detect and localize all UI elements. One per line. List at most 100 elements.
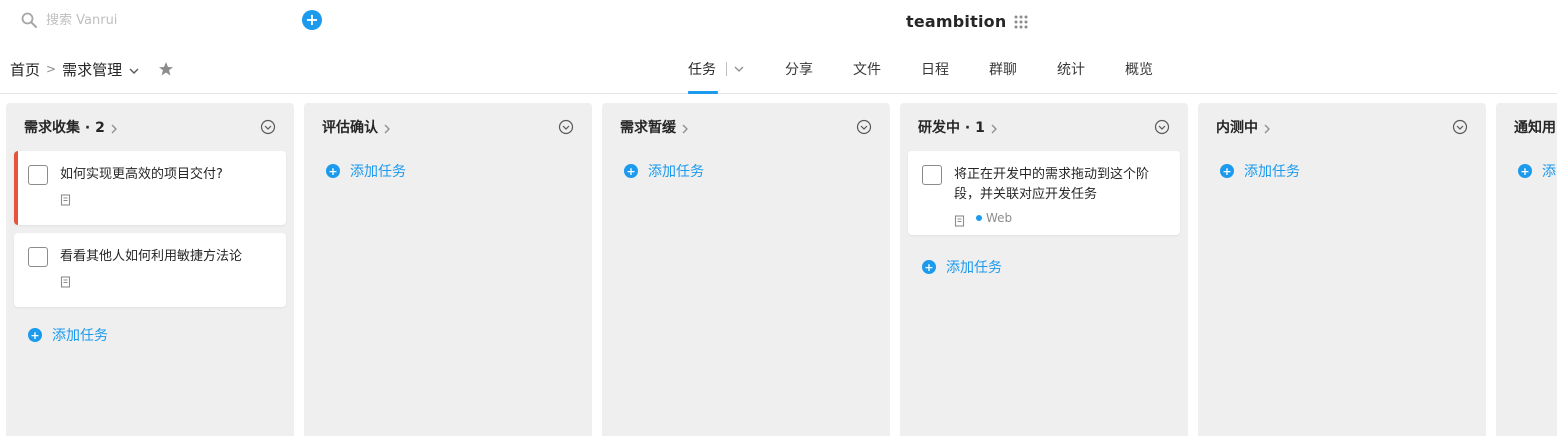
search-input[interactable] xyxy=(46,12,276,28)
column-on-hold: 需求暂缓 + 添加任务 xyxy=(602,103,890,436)
add-task-label: 添加任务 xyxy=(52,328,108,344)
tag-dot xyxy=(976,215,982,221)
column-evaluation: 评估确认 + 添加任务 xyxy=(304,103,592,436)
kanban-board: 需求收集 · 2 如何实现更高效的项目交付? 看看其他人如何利用敏捷方法论 + … xyxy=(0,95,1557,436)
add-task-button[interactable]: + 添加任务 xyxy=(1198,151,1486,191)
column-title[interactable]: 内测中 xyxy=(1216,117,1272,137)
add-circle-icon: + xyxy=(326,164,340,178)
task-checkbox[interactable] xyxy=(28,165,48,185)
add-task-label: 添加任务 xyxy=(648,164,704,180)
task-checkbox[interactable] xyxy=(922,165,942,185)
project-header: 首页 > 需求管理 任务 分享 文件 日程 群聊 统计 概览 xyxy=(0,44,1557,94)
tab-share[interactable]: 分享 xyxy=(785,44,813,94)
column-requirement-collection: 需求收集 · 2 如何实现更高效的项目交付? 看看其他人如何利用敏捷方法论 + … xyxy=(6,103,294,436)
task-checkbox[interactable] xyxy=(28,247,48,267)
brand-logo-text: teambition xyxy=(906,11,1007,31)
chevron-right-icon xyxy=(989,122,999,134)
breadcrumb-home[interactable]: 首页 xyxy=(10,59,40,80)
task-title: 看看其他人如何利用敏捷方法论 xyxy=(60,249,243,264)
add-task-label: 添加任务 xyxy=(350,164,406,180)
column-title[interactable]: 研发中 · 1 xyxy=(918,117,999,137)
column-title-text: 需求暂缓 xyxy=(620,120,676,136)
task-card[interactable]: 如何实现更高效的项目交付? xyxy=(14,151,286,225)
search-icon xyxy=(20,11,38,29)
column-title-text: 研发中 · 1 xyxy=(918,120,985,136)
tab-label: 分享 xyxy=(785,62,813,78)
column-notify: 通知用 + 添 xyxy=(1496,103,1557,436)
task-card[interactable]: 将正在开发中的需求拖动到这个阶段，并关联对应开发任务 Web xyxy=(908,151,1180,235)
breadcrumb: 首页 > 需求管理 xyxy=(10,59,174,79)
add-circle-icon: + xyxy=(922,260,936,274)
tag-label: Web xyxy=(986,211,1013,225)
task-title: 将正在开发中的需求拖动到这个阶段，并关联对应开发任务 xyxy=(954,167,1150,202)
add-task-label: 添加任务 xyxy=(1244,164,1300,180)
chevron-down-icon[interactable] xyxy=(733,63,745,75)
tab-label: 任务 xyxy=(688,62,716,78)
column-title[interactable]: 通知用 xyxy=(1514,117,1556,137)
add-task-button[interactable]: + 添 xyxy=(1496,151,1557,191)
column-title-text: 通知用 xyxy=(1514,120,1556,136)
column-menu-icon[interactable] xyxy=(1452,119,1468,135)
add-task-button[interactable]: + 添加任务 xyxy=(6,315,294,355)
column-title[interactable]: 评估确认 xyxy=(322,117,392,137)
chevron-down-icon[interactable] xyxy=(128,63,140,75)
star-icon[interactable] xyxy=(158,61,174,77)
tab-label: 文件 xyxy=(853,62,881,78)
column-menu-icon[interactable] xyxy=(856,119,872,135)
column-header: 需求收集 · 2 xyxy=(6,103,294,151)
column-internal-testing: 内测中 + 添加任务 xyxy=(1198,103,1486,436)
task-tag[interactable]: Web xyxy=(976,211,1012,225)
column-title-text: 需求收集 · 2 xyxy=(24,120,105,136)
column-menu-icon[interactable] xyxy=(260,119,276,135)
document-icon xyxy=(954,212,966,227)
tab-label: 群聊 xyxy=(989,62,1017,78)
add-task-button[interactable]: + 添加任务 xyxy=(900,247,1188,287)
add-circle-icon: + xyxy=(28,328,42,342)
column-header: 评估确认 xyxy=(304,103,592,151)
chevron-right-icon xyxy=(680,122,690,134)
column-header: 通知用 xyxy=(1496,103,1557,151)
plus-icon: + xyxy=(305,10,319,29)
add-task-label: 添 xyxy=(1542,164,1556,180)
column-title-text: 评估确认 xyxy=(322,120,378,136)
task-meta: Web xyxy=(954,211,1168,227)
tab-files[interactable]: 文件 xyxy=(853,44,881,94)
breadcrumb-project[interactable]: 需求管理 xyxy=(62,59,122,80)
tab-schedule[interactable]: 日程 xyxy=(921,44,949,94)
add-circle-icon: + xyxy=(1518,164,1532,178)
top-bar: + teambition xyxy=(0,0,1557,44)
document-icon xyxy=(60,273,72,288)
grid-icon[interactable] xyxy=(1014,14,1028,29)
document-icon xyxy=(60,191,72,206)
column-in-development: 研发中 · 1 将正在开发中的需求拖动到这个阶段，并关联对应开发任务 Web +… xyxy=(900,103,1188,436)
tab-overview[interactable]: 概览 xyxy=(1125,44,1153,94)
chevron-right-icon xyxy=(1262,122,1272,134)
chevron-right-icon xyxy=(109,122,119,134)
task-title: 如何实现更高效的项目交付? xyxy=(60,167,223,182)
project-tabs: 任务 分享 文件 日程 群聊 统计 概览 xyxy=(688,44,1193,94)
brand[interactable]: teambition xyxy=(906,10,1028,32)
column-title-text: 内测中 xyxy=(1216,120,1258,136)
task-card[interactable]: 看看其他人如何利用敏捷方法论 xyxy=(14,233,286,307)
column-menu-icon[interactable] xyxy=(1154,119,1170,135)
tab-tasks[interactable]: 任务 xyxy=(688,44,745,94)
tab-label: 日程 xyxy=(921,62,949,78)
column-header: 研发中 · 1 xyxy=(900,103,1188,151)
column-title[interactable]: 需求暂缓 xyxy=(620,117,690,137)
add-circle-icon: + xyxy=(1220,164,1234,178)
column-menu-icon[interactable] xyxy=(558,119,574,135)
tab-label: 概览 xyxy=(1125,62,1153,78)
add-circle-icon: + xyxy=(624,164,638,178)
task-meta xyxy=(60,273,274,288)
column-title[interactable]: 需求收集 · 2 xyxy=(24,117,119,137)
create-button[interactable]: + xyxy=(302,10,322,30)
chevron-right-icon xyxy=(382,122,392,134)
add-task-button[interactable]: + 添加任务 xyxy=(304,151,592,191)
add-task-label: 添加任务 xyxy=(946,260,1002,276)
task-meta xyxy=(60,191,274,206)
add-task-button[interactable]: + 添加任务 xyxy=(602,151,890,191)
tab-group-chat[interactable]: 群聊 xyxy=(989,44,1017,94)
search-box[interactable] xyxy=(20,9,276,31)
column-header: 需求暂缓 xyxy=(602,103,890,151)
tab-statistics[interactable]: 统计 xyxy=(1057,44,1085,94)
